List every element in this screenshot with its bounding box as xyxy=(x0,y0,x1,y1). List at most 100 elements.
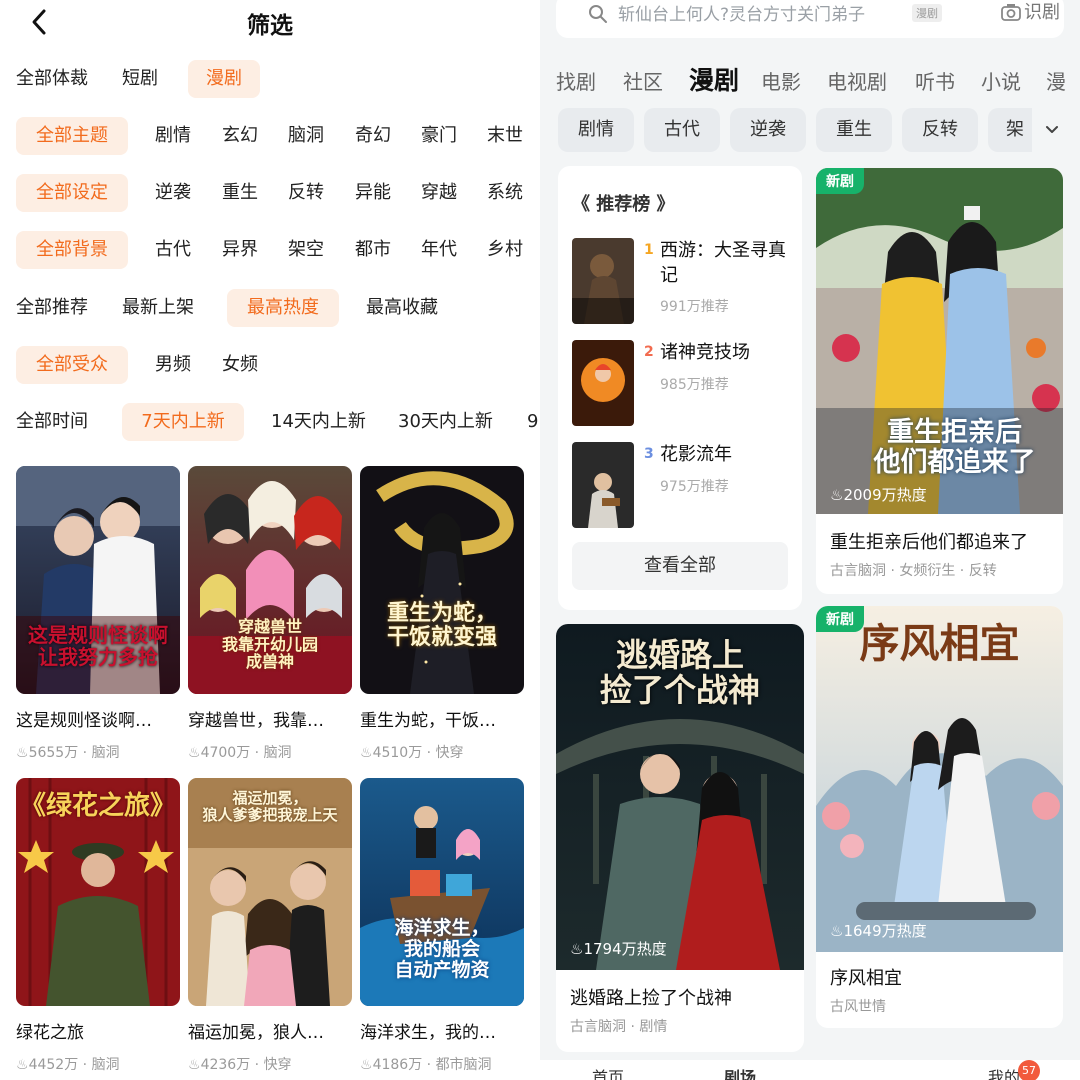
drama-title: 这是规则怪谈啊… xyxy=(16,711,152,731)
ranking-name: 诸神竞技场 xyxy=(660,342,750,363)
chip-all-recommend[interactable]: 全部推荐 xyxy=(16,289,88,327)
chip-theme-wealthy[interactable]: 豪门 xyxy=(421,117,457,155)
chip-theme-magic[interactable]: 奇幻 xyxy=(355,117,391,155)
cover-title: 这是规则怪谈啊 让我努力多抢 xyxy=(28,623,168,669)
ranking-thumb xyxy=(572,442,634,528)
tab-audiobook[interactable]: 听书 xyxy=(915,66,955,95)
chip-setting-timetravel[interactable]: 穿越 xyxy=(421,174,457,212)
chip-setting-system[interactable]: 系统 xyxy=(487,174,523,212)
chip-female[interactable]: 女频 xyxy=(222,346,258,384)
heat-label: ♨2009万热度 xyxy=(830,486,927,504)
genre-chip[interactable]: 古代 xyxy=(644,108,720,152)
chip-bg-rural[interactable]: 乡村 xyxy=(487,231,523,269)
chip-bg-otherworld[interactable]: 异界 xyxy=(222,231,258,269)
drama-cover: 《绿花之旅》 xyxy=(16,778,180,1006)
chip-all-time[interactable]: 全部时间 xyxy=(16,403,88,441)
chip-all-background[interactable]: 全部背景 xyxy=(16,231,128,269)
ranking-count: 985万推荐 xyxy=(660,377,729,393)
chip-7-days[interactable]: 7天内上新 xyxy=(122,403,244,441)
browse-panel: 斩仙台上何人?灵台方寸关门弟子 漫剧 识剧 找剧 社区 漫剧 电影 电视剧 听书… xyxy=(540,0,1080,1080)
drama-cover: 这是规则怪谈啊 让我努力多抢 xyxy=(16,466,180,694)
scan-drama-button[interactable]: 识剧 xyxy=(1024,0,1060,24)
search-input[interactable]: 斩仙台上何人?灵台方寸关门弟子 漫剧 识剧 xyxy=(556,0,1064,38)
genre-chip[interactable]: 重生 xyxy=(816,108,892,152)
chip-all-form[interactable]: 全部体裁 xyxy=(16,60,88,98)
chip-all-theme[interactable]: 全部主题 xyxy=(16,117,128,155)
chip-short-drama[interactable]: 短剧 xyxy=(122,60,158,98)
genre-chip[interactable]: 逆袭 xyxy=(730,108,806,152)
filter-row-audience: 全部受众 男频 女频 xyxy=(0,344,540,388)
drama-cover: 序风相宜 ♨1649万热度 xyxy=(816,606,1063,952)
chip-most-saved[interactable]: 最高收藏 xyxy=(366,289,438,327)
chip-all-setting[interactable]: 全部设定 xyxy=(16,174,128,212)
camera-icon[interactable] xyxy=(1000,2,1022,24)
chip-hottest[interactable]: 最高热度 xyxy=(227,289,339,327)
search-type-tag: 漫剧 xyxy=(912,4,942,22)
drama-cover: 重生为蛇， 干饭就变强 xyxy=(360,466,524,694)
chip-theme-plot[interactable]: 剧情 xyxy=(155,117,191,155)
chip-bg-fictional[interactable]: 架空 xyxy=(288,231,324,269)
chip-all-audience[interactable]: 全部受众 xyxy=(16,346,128,384)
drama-tags: 古言脑洞 · 剧情 xyxy=(570,1019,668,1035)
chip-setting-twist[interactable]: 反转 xyxy=(288,174,324,212)
chip-bg-ancient[interactable]: 古代 xyxy=(155,231,191,269)
flame-icon: ♨ xyxy=(16,745,29,761)
tab-comic[interactable]: 漫 xyxy=(1046,66,1066,95)
chip-theme-apocalypse[interactable]: 末世 xyxy=(487,117,523,155)
heat-label: ♨1794万热度 xyxy=(570,940,667,958)
chevron-down-icon[interactable] xyxy=(1042,120,1062,140)
drama-card[interactable]: 穿越兽世 我靠开幼儿园 成兽神 穿越兽世，我靠… ♨4700万 · 脑洞 xyxy=(188,466,354,766)
drama-card[interactable]: 福运加冕， 狼人爹爹把我宠上天 福运加冕，狼人… ♨4236万 · 快穿 xyxy=(188,778,354,1080)
tab-find-drama[interactable]: 找剧 xyxy=(556,66,596,95)
genre-chip[interactable]: 剧情 xyxy=(558,108,634,152)
search-placeholder: 斩仙台上何人?灵台方寸关门弟子 xyxy=(618,5,866,25)
nav-home[interactable]: 首页 xyxy=(592,1064,624,1080)
chip-newest[interactable]: 最新上架 xyxy=(122,289,194,327)
drama-card[interactable]: 《绿花之旅》 绿花之旅 ♨4452万 · 脑洞 xyxy=(16,778,182,1080)
drama-feed-card[interactable]: 逃婚路上 捡了个战神 ♨1794万热度 逃婚路上捡了个战神 古言脑洞 · 剧情 xyxy=(556,624,804,1052)
ranking-number: 3 xyxy=(644,446,654,462)
ranking-item[interactable]: 1 西游：大圣寻真记 991万推荐 xyxy=(572,238,798,324)
chip-male[interactable]: 男频 xyxy=(155,346,191,384)
chip-more-days[interactable]: 9 xyxy=(527,403,538,441)
nav-mine[interactable]: 我的 xyxy=(988,1064,1020,1080)
tab-community[interactable]: 社区 xyxy=(623,66,663,95)
chip-bg-era[interactable]: 年代 xyxy=(421,231,457,269)
chip-14-days[interactable]: 14天内上新 xyxy=(271,403,366,441)
drama-title: 序风相宜 xyxy=(830,968,902,989)
chip-theme-fantasy[interactable]: 玄幻 xyxy=(222,117,258,155)
drama-feed-card[interactable]: 重生拒亲后 他们都追来了 ♨2009万热度 新剧 重生拒亲后他们都追来了 古言脑… xyxy=(816,168,1063,594)
drama-card[interactable]: 这是规则怪谈啊 让我努力多抢 这是规则怪谈啊… ♨5655万 · 脑洞 xyxy=(16,466,182,766)
ranking-name: 西游：大圣寻真记 xyxy=(660,240,786,287)
tab-movie[interactable]: 电影 xyxy=(761,66,801,95)
drama-title: 福运加冕，狼人… xyxy=(188,1023,324,1043)
drama-cover: 重生拒亲后 他们都追来了 ♨2009万热度 xyxy=(816,168,1063,514)
chip-comic-drama[interactable]: 漫剧 xyxy=(188,60,260,98)
tab-comic-drama[interactable]: 漫剧 xyxy=(689,61,739,97)
new-badge: 新剧 xyxy=(816,606,864,632)
ranking-thumb xyxy=(572,340,634,426)
drama-card[interactable]: 重生为蛇， 干饭就变强 重生为蛇，干饭… ♨4510万 · 快穿 xyxy=(360,466,526,766)
genre-chip[interactable]: 反转 xyxy=(902,108,978,152)
chip-setting-comeback[interactable]: 逆袭 xyxy=(155,174,191,212)
chip-theme-brainhole[interactable]: 脑洞 xyxy=(288,117,324,155)
chip-setting-rebirth[interactable]: 重生 xyxy=(222,174,258,212)
view-all-button[interactable]: 查看全部 xyxy=(572,542,788,590)
ranking-item[interactable]: 3 花影流年 975万推荐 xyxy=(572,442,798,528)
tab-novel[interactable]: 小说 xyxy=(981,66,1021,95)
drama-card[interactable]: 海洋求生， 我的船会 自动产物资 海洋求生，我的… ♨4186万 · 都市脑洞 xyxy=(360,778,526,1080)
flame-icon: ♨ xyxy=(830,486,844,504)
nav-drama[interactable]: 剧场 xyxy=(724,1064,756,1080)
chip-30-days[interactable]: 30天内上新 xyxy=(398,403,493,441)
drama-cover: 穿越兽世 我靠开幼儿园 成兽神 xyxy=(188,466,352,694)
cover-title: 海洋求生， 我的船会 自动产物资 xyxy=(394,917,490,981)
cover-title: 逃婚路上 捡了个战神 xyxy=(599,636,760,710)
flame-icon: ♨ xyxy=(830,922,844,940)
drama-feed-card[interactable]: 序风相宜 ♨1649万热度 新剧 序风相宜 古风世情 xyxy=(816,606,1063,1028)
heat-label: ♨1649万热度 xyxy=(830,922,927,940)
chip-setting-superpower[interactable]: 异能 xyxy=(355,174,391,212)
tab-tv-series[interactable]: 电视剧 xyxy=(827,66,887,95)
genre-chip[interactable]: 架 xyxy=(988,108,1032,152)
ranking-item[interactable]: 2 诸神竞技场 985万推荐 xyxy=(572,340,798,426)
chip-bg-urban[interactable]: 都市 xyxy=(355,231,391,269)
